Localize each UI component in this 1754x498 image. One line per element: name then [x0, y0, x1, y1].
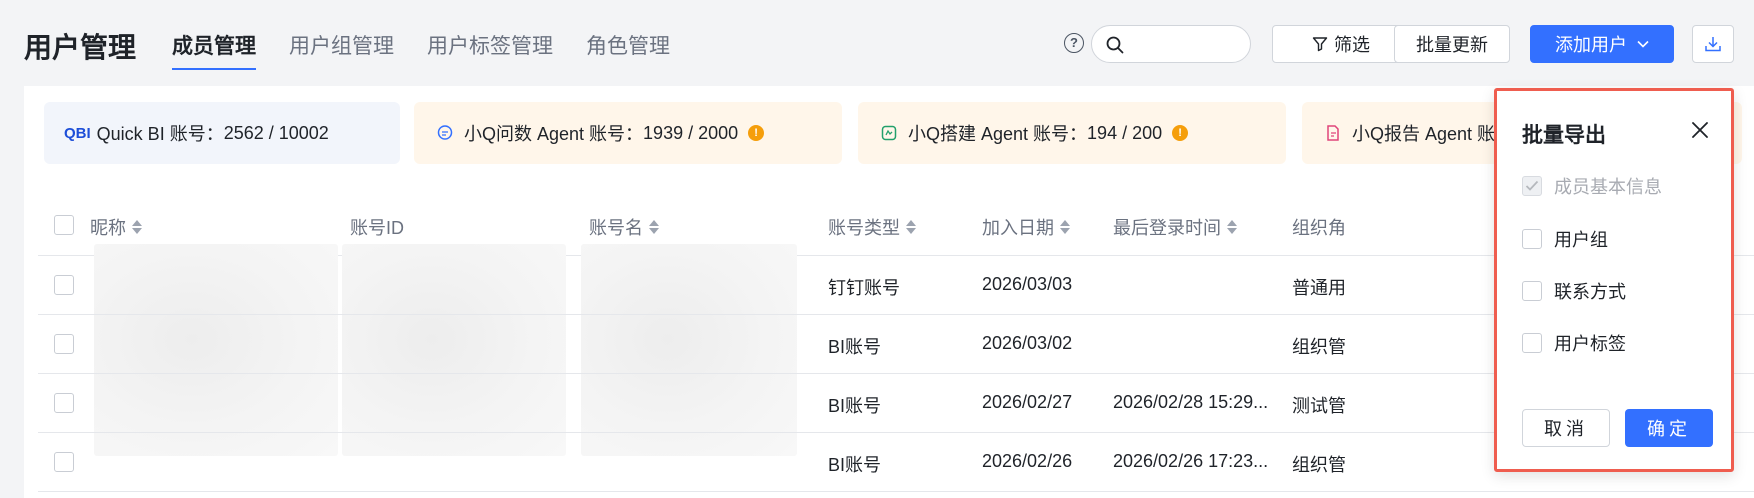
join-date-cell: 2026/03/03	[982, 274, 1073, 294]
add-user-button-label: 添加用户	[1555, 35, 1627, 55]
chat-bubble-icon	[436, 124, 454, 142]
export-option-checkbox[interactable]	[1522, 281, 1542, 301]
build-icon	[880, 124, 898, 142]
column-header-account-name[interactable]: 账号名	[589, 214, 659, 240]
add-user-button[interactable]: 添加用户	[1530, 25, 1674, 63]
close-icon[interactable]	[1691, 121, 1709, 144]
quota-label: 小Q报告 Agent 账号	[1352, 124, 1514, 144]
column-header-nickname[interactable]: 昵称	[90, 214, 142, 240]
sort-icon[interactable]	[132, 219, 142, 235]
row-checkbox[interactable]	[54, 275, 74, 295]
org-role-cell: 普通用	[1292, 278, 1346, 298]
export-option-checkbox[interactable]	[1522, 229, 1542, 249]
page-header: 用户管理 成员管理 用户组管理 用户标签管理 角色管理 ? 筛选 批量更新 添加…	[0, 0, 1754, 86]
chevron-down-icon	[1637, 40, 1649, 48]
row-checkbox[interactable]	[54, 393, 74, 413]
column-header-account-type[interactable]: 账号类型	[828, 214, 916, 240]
warning-icon[interactable]: !	[1172, 125, 1189, 141]
row-checkbox[interactable]	[54, 452, 74, 472]
column-header-join-date[interactable]: 加入日期	[982, 214, 1070, 240]
report-icon	[1324, 124, 1342, 142]
export-option-user-tags[interactable]: 用户标签	[1522, 330, 1626, 356]
column-header-last-login[interactable]: 最后登录时间	[1113, 214, 1237, 240]
account-type-cell: 钉钉账号	[828, 278, 900, 298]
column-header-org-role: 组织角	[1292, 218, 1346, 238]
batch-export-title: 批量导出	[1522, 124, 1606, 147]
sort-icon[interactable]	[906, 219, 916, 235]
tab-bar: 成员管理 用户组管理 用户标签管理 角色管理	[172, 30, 703, 70]
export-option-contact[interactable]: 联系方式	[1522, 278, 1626, 304]
confirm-button[interactable]: 确定	[1625, 409, 1713, 447]
batch-export-dropdown: 批量导出 成员基本信息 用户组 联系方式 用户标签 取消 确定	[1494, 88, 1734, 472]
join-date-cell: 2026/02/26	[982, 451, 1073, 471]
export-option-label: 用户组	[1554, 230, 1608, 250]
export-option-basic-info: 成员基本信息	[1522, 173, 1662, 199]
search-icon	[1106, 36, 1124, 54]
select-all-checkbox[interactable]	[54, 215, 74, 235]
page-title: 用户管理	[24, 32, 137, 63]
account-type-cell: BI账号	[828, 396, 882, 416]
org-role-cell: 组织管	[1292, 455, 1346, 475]
row-checkbox[interactable]	[54, 334, 74, 354]
quota-label: 小Q问数 Agent 账号：	[464, 124, 644, 144]
tab-user-tags[interactable]: 用户标签管理	[427, 30, 553, 70]
question-circle-icon[interactable]: ?	[1064, 33, 1084, 53]
checkbox-checked-icon	[1522, 176, 1542, 196]
export-option-checkbox[interactable]	[1522, 333, 1542, 353]
org-role-cell: 测试管	[1292, 396, 1346, 416]
warning-icon[interactable]: !	[748, 125, 765, 141]
tab-roles[interactable]: 角色管理	[586, 30, 670, 70]
quota-value: 2562 / 10002	[223, 122, 329, 143]
sort-icon[interactable]	[1060, 219, 1070, 235]
tab-members[interactable]: 成员管理	[172, 30, 256, 70]
join-date-cell: 2026/02/27	[982, 392, 1073, 412]
sort-icon[interactable]	[649, 219, 659, 235]
quota-label: Quick BI 账号：	[96, 124, 224, 144]
export-option-label: 用户标签	[1554, 334, 1626, 354]
filter-button[interactable]: 筛选	[1272, 25, 1410, 63]
quick-bi-logo: QBI	[64, 124, 91, 142]
filter-icon	[1312, 37, 1328, 52]
export-option-label: 成员基本信息	[1554, 177, 1662, 197]
account-type-cell: BI账号	[828, 455, 882, 475]
quota-label: 小Q搭建 Agent 账号：	[908, 124, 1088, 144]
last-login-cell: 2026/02/28 15:29...	[1113, 392, 1269, 412]
org-role-cell: 组织管	[1292, 337, 1346, 357]
quota-quick-bi: QBI Quick BI 账号： 2562 / 10002	[44, 102, 400, 164]
batch-update-button[interactable]: 批量更新	[1394, 25, 1510, 63]
quota-ask-agent: 小Q问数 Agent 账号： 1939 / 2000 !	[414, 102, 842, 164]
column-header-account-id: 账号ID	[350, 218, 404, 238]
last-login-cell: 2026/02/26 17:23...	[1113, 451, 1269, 471]
download-icon	[1705, 37, 1721, 52]
quota-build-agent: 小Q搭建 Agent 账号： 194 / 200 !	[858, 102, 1286, 164]
quota-value: 194 / 200	[1087, 122, 1163, 143]
cancel-button[interactable]: 取消	[1522, 409, 1610, 447]
filter-button-label: 筛选	[1334, 35, 1370, 55]
sort-icon[interactable]	[1227, 219, 1237, 235]
tab-user-groups[interactable]: 用户组管理	[289, 30, 394, 70]
search-input[interactable]	[1091, 25, 1251, 63]
export-option-label: 联系方式	[1554, 282, 1626, 302]
account-type-cell: BI账号	[828, 337, 882, 357]
export-option-user-groups[interactable]: 用户组	[1522, 226, 1608, 252]
download-button[interactable]	[1692, 25, 1734, 63]
quota-value: 1939 / 2000	[643, 122, 739, 143]
join-date-cell: 2026/03/02	[982, 333, 1073, 353]
